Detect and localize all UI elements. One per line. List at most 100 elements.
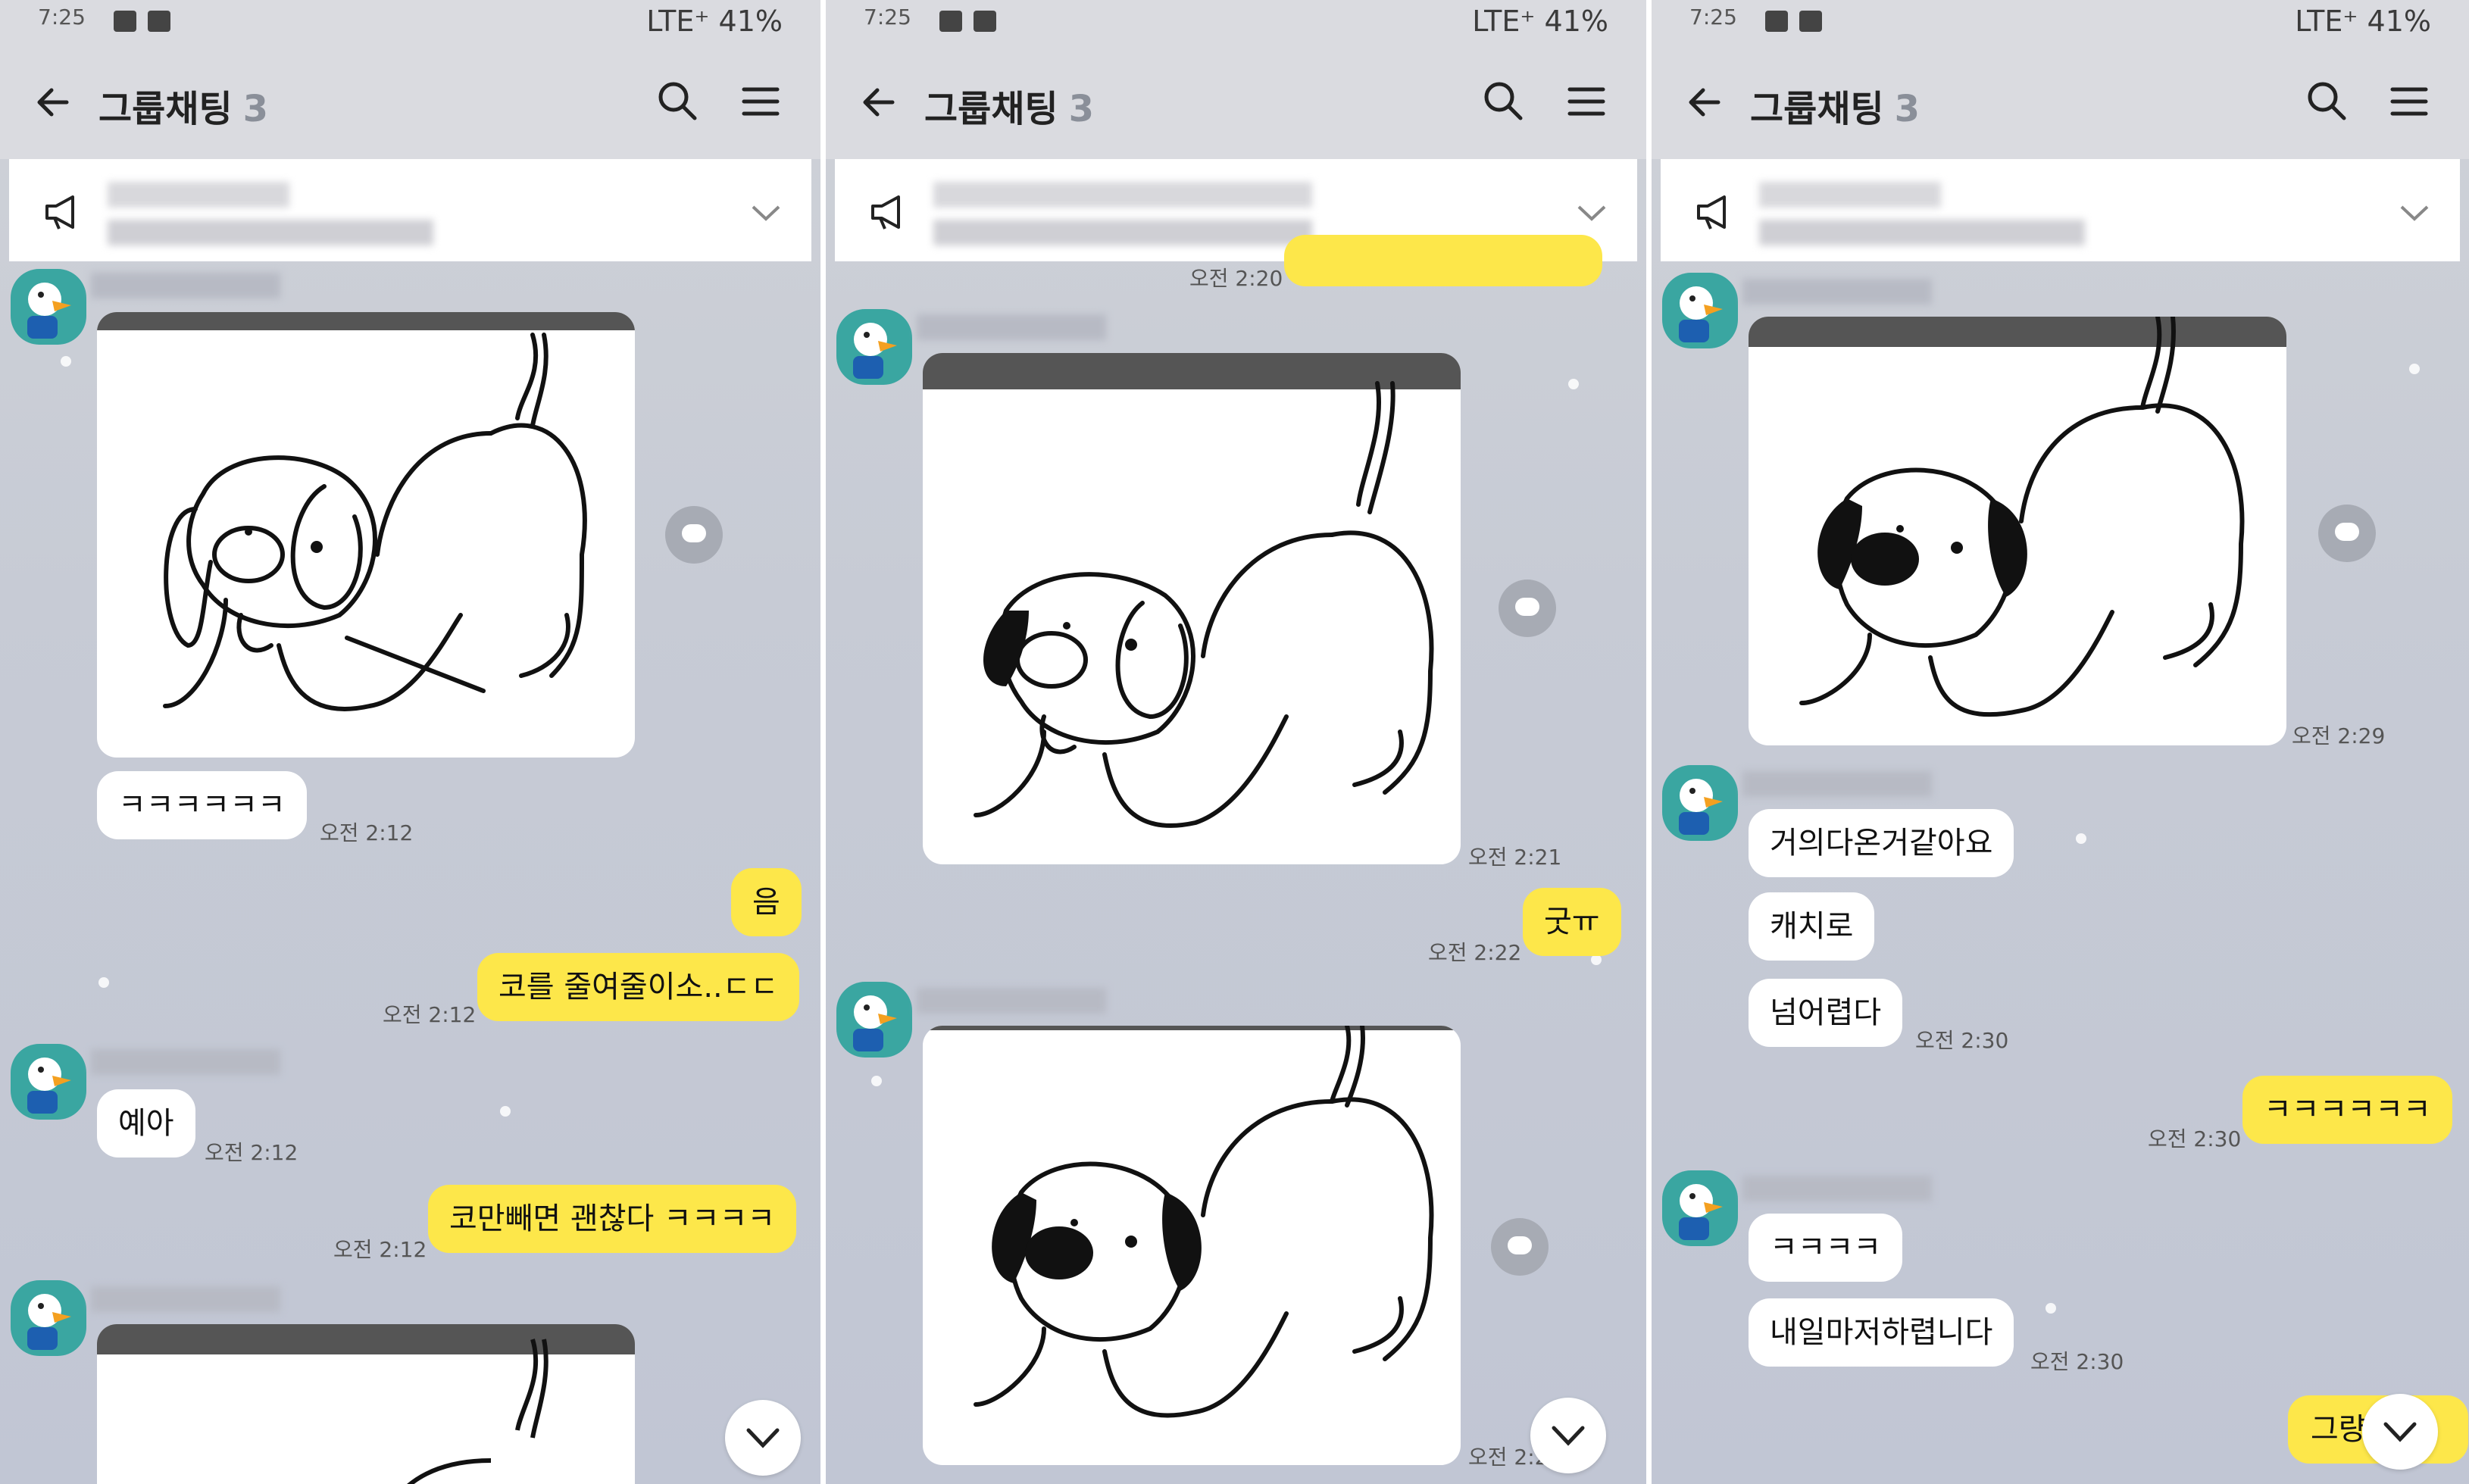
scroll-to-bottom-button[interactable] [725,1400,801,1476]
status-right: LTE⁺ 41% [646,5,783,38]
image-message[interactable] [923,1026,1461,1465]
chevron-down-icon [1552,1426,1585,1446]
status-time: 7:25 [1689,5,1737,30]
hamburger-menu-icon[interactable] [2385,77,2433,126]
avatar[interactable] [11,1044,86,1120]
search-icon[interactable] [1480,77,1528,126]
sender-name-redacted [1742,1176,1932,1201]
chevron-down-icon[interactable] [747,193,785,231]
share-bubble-icon[interactable] [1491,1218,1549,1276]
message-time: 오전 2:12 [320,820,414,845]
share-bubble-icon[interactable] [2318,505,2376,562]
notice-redacted-line [108,182,289,208]
chevron-down-icon [2383,1422,2417,1442]
message-bubble-incoming: ㅋㅋㅋㅋ [1749,1214,1903,1282]
chat-panel-1: 7:25 LTE⁺ 41% 그룹채팅 3 ㅋㅋㅋㅋㅋㅋ 오전 2:12 음 코를… [0,0,820,1484]
dog-drawing [974,381,1434,828]
notice-redacted-line [108,220,433,245]
back-arrow-icon[interactable] [856,80,902,125]
chat-panel-3: 7:25 LTE⁺ 41% 그룹채팅 3 오전 2:29 거의다온거같아요 캐치… [1652,0,2469,1484]
hamburger-menu-icon[interactable] [736,77,785,126]
message-time: 오전 2:12 [333,1237,427,1262]
chevron-down-icon[interactable] [1573,193,1611,231]
sender-name-redacted [91,1049,280,1075]
avatar[interactable] [1662,273,1738,348]
message-bubble-incoming: 내일마저하렵니다 [1749,1298,2014,1367]
image-message[interactable] [1749,317,2286,745]
avatar[interactable] [11,1280,86,1356]
avatar[interactable] [11,269,86,345]
chat-title-text: 그룹채팅 [924,88,1058,130]
message-time: 오전 2:30 [2030,1349,2124,1374]
chat-header: 그룹채팅 3 [0,45,820,159]
network-label: LTE⁺ [2295,5,2358,38]
scroll-to-bottom-button[interactable] [2362,1394,2438,1470]
avatar[interactable] [1662,1170,1738,1246]
chat-title: 그룹채팅 3 [1750,79,1920,132]
chat-title-text: 그룹채팅 [1750,88,1884,130]
dog-drawing [974,1026,1434,1418]
sender-name-redacted [91,273,280,298]
message-bubble-outgoing: 코를 줄여줄이소..ㄷㄷ [477,953,800,1021]
search-icon[interactable] [654,77,702,126]
chevron-down-icon [746,1428,780,1448]
notice-banner[interactable] [9,159,811,261]
battery-label: 41% [2367,5,2431,38]
message-bubble-incoming: ㅋㅋㅋㅋㅋㅋ [97,771,307,839]
avatar[interactable] [1662,765,1738,841]
status-right: LTE⁺ 41% [1472,5,1608,38]
message-bubble-outgoing: 음 [731,868,802,936]
back-arrow-icon[interactable] [1682,80,1727,125]
share-bubble-icon[interactable] [665,506,723,564]
back-arrow-icon[interactable] [30,80,76,125]
message-bubble-incoming: 예아 [97,1089,195,1158]
avatar[interactable] [836,982,912,1058]
chat-header: 그룹채팅 3 [826,45,1646,159]
dog-drawing [407,1339,548,1484]
battery-label: 41% [1544,5,1608,38]
scroll-to-bottom-button[interactable] [1530,1398,1606,1473]
youtube-icon [148,11,170,32]
dog-drawing [163,333,587,711]
image-message[interactable] [923,353,1461,864]
image-message[interactable] [97,312,635,758]
gallery-icon [939,11,962,32]
sender-name-redacted [91,1286,280,1312]
status-bar: 7:25 LTE⁺ 41% [1652,0,2469,45]
youtube-icon [974,11,996,32]
status-time: 7:25 [38,5,86,30]
message-time: 오전 2:30 [1915,1028,2009,1053]
sender-name-redacted [917,314,1106,340]
member-count: 3 [242,88,269,130]
notice-banner[interactable] [1661,159,2460,261]
notice-redacted-line [933,182,1312,208]
status-bar: 7:25 LTE⁺ 41% [826,0,1646,45]
message-bubble-outgoing: 굿ㅠ [1523,888,1621,956]
notice-redacted-line [933,220,1312,245]
youtube-icon [1799,11,1822,32]
network-label: LTE⁺ [646,5,710,38]
sender-name-redacted [1742,279,1932,305]
message-bubble-outgoing: ㅋㅋㅋㅋㅋㅋ [2242,1076,2452,1144]
message-time: 오전 2:30 [2148,1126,2242,1151]
search-icon[interactable] [2303,77,2352,126]
notice-redacted-line [1759,182,1941,208]
gallery-icon [114,11,136,32]
chat-title-text: 그룹채팅 [98,88,233,130]
chat-title: 그룹채팅 3 [98,79,268,132]
megaphone-icon [871,195,900,230]
avatar[interactable] [836,309,912,385]
megaphone-icon [1697,195,1726,230]
dog-drawing [1799,317,2245,717]
chevron-down-icon[interactable] [2396,193,2433,231]
share-bubble-icon[interactable] [1499,580,1556,637]
message-time: 오전 2:22 [1428,940,1522,965]
hamburger-menu-icon[interactable] [1562,77,1611,126]
image-message[interactable] [97,1324,635,1484]
message-time: 오전 2:29 [2292,723,2386,748]
screenshot-collage: 7:25 LTE⁺ 41% 그룹채팅 3 ㅋㅋㅋㅋㅋㅋ 오전 2:12 음 코를… [0,0,2469,1484]
status-bar: 7:25 LTE⁺ 41% [0,0,820,45]
member-count: 3 [1068,88,1095,130]
message-bubble-incoming: 거의다온거같아요 [1749,809,2014,877]
notice-redacted-line [1759,220,2085,245]
